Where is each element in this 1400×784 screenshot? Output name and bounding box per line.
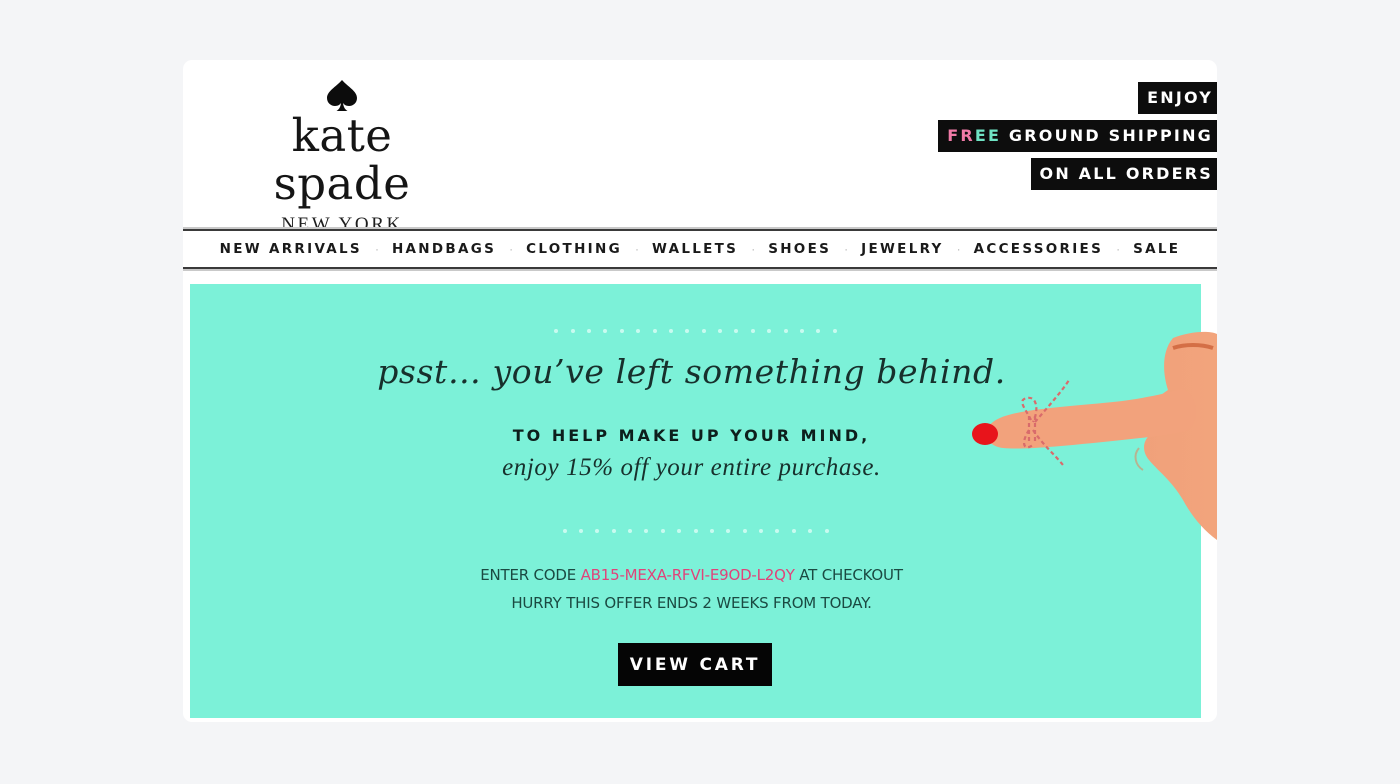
divider-dot	[636, 329, 641, 333]
nav-shoes[interactable]: SHOES	[768, 241, 831, 257]
divider-dot	[767, 329, 772, 333]
offer-expiry-text: HURRY THIS OFFER ENDS 2 WEEKS FROM TODAY…	[511, 594, 872, 612]
divider-dot	[791, 529, 796, 533]
divider-dot	[709, 529, 714, 533]
divider-dot	[668, 329, 673, 333]
promo-line-rest: GROUND SHIPPING	[1001, 126, 1213, 145]
divider-dot	[742, 529, 747, 533]
nav-wallets[interactable]: WALLETS	[652, 241, 738, 257]
divider-dot	[554, 329, 559, 333]
nav-separator: ·	[509, 242, 514, 256]
nav-clothing[interactable]: CLOTHING	[526, 241, 622, 257]
divider-dot	[726, 529, 731, 533]
code-prefix: ENTER CODE	[480, 566, 581, 584]
divider-dot	[595, 529, 600, 533]
nav-accessories[interactable]: ACCESSORIES	[974, 241, 1103, 257]
divider-dot	[652, 329, 657, 333]
divider-dot	[685, 329, 690, 333]
divider-dot	[808, 529, 813, 533]
free-highlight: FREE	[947, 126, 1002, 145]
view-cart-button[interactable]: VIEW CART	[618, 643, 772, 686]
divider-dot	[693, 529, 698, 533]
divider-dot	[628, 529, 632, 533]
nav-handbags[interactable]: HANDBAGS	[392, 241, 496, 257]
divider-dot	[734, 329, 739, 333]
divider-dot	[562, 529, 567, 533]
category-nav: NEW ARRIVALS · HANDBAGS · CLOTHING · WAL…	[183, 229, 1217, 269]
divider-dot	[750, 329, 755, 333]
pointing-finger-image	[972, 331, 1217, 540]
nav-separator: ·	[751, 242, 756, 256]
promo-line-enjoy: ENJOY	[1138, 82, 1217, 114]
kate-spade-logo[interactable]: kate spade NEW YORK	[217, 78, 467, 236]
red-nail	[972, 423, 998, 445]
nav-separator: ·	[956, 242, 961, 256]
divider-dot	[619, 329, 624, 333]
divider-dot	[799, 329, 804, 333]
divider-dot	[570, 329, 575, 333]
code-suffix: AT CHECKOUT	[794, 566, 903, 584]
divider-dot	[832, 329, 837, 333]
nav-jewelry[interactable]: JEWELRY	[861, 241, 944, 257]
divider-dot	[578, 529, 583, 533]
divider-dot	[611, 529, 616, 533]
nav-separator: ·	[374, 242, 379, 256]
promo-code[interactable]: AB15-MEXA-RFVI-E9OD-L2QY	[581, 566, 795, 584]
nav-separator: ·	[844, 242, 849, 256]
divider-dot	[603, 329, 608, 333]
divider-dot	[775, 529, 780, 533]
divider-dot	[677, 529, 682, 533]
divider-dot	[816, 329, 821, 333]
free-shipping-banner: ENJOY FREE GROUND SHIPPING ON ALL ORDERS	[938, 82, 1217, 196]
divider-dot	[587, 329, 592, 333]
divider-dot	[660, 529, 665, 533]
divider-dot	[759, 529, 763, 533]
brand-name: kate spade	[273, 109, 411, 210]
nav-separator: ·	[1116, 242, 1121, 256]
nav-new-arrivals[interactable]: NEW ARRIVALS	[220, 241, 362, 257]
divider-dot	[644, 529, 649, 533]
promo-line-all-orders: ON ALL ORDERS	[1030, 158, 1217, 190]
promo-code-line: ENTER CODE AB15-MEXA-RFVI-E9OD-L2QY AT C…	[190, 566, 1193, 584]
divider-dot	[701, 329, 706, 333]
nav-separator: ·	[634, 242, 639, 256]
divider-dot	[824, 529, 829, 533]
promo-line-free-shipping: FREE GROUND SHIPPING	[938, 120, 1217, 152]
nav-sale[interactable]: SALE	[1133, 241, 1180, 257]
divider-dot	[783, 329, 788, 333]
email-card: kate spade NEW YORK ENJOY FREE GROUND SH…	[183, 60, 1217, 722]
divider-dot	[718, 329, 723, 333]
